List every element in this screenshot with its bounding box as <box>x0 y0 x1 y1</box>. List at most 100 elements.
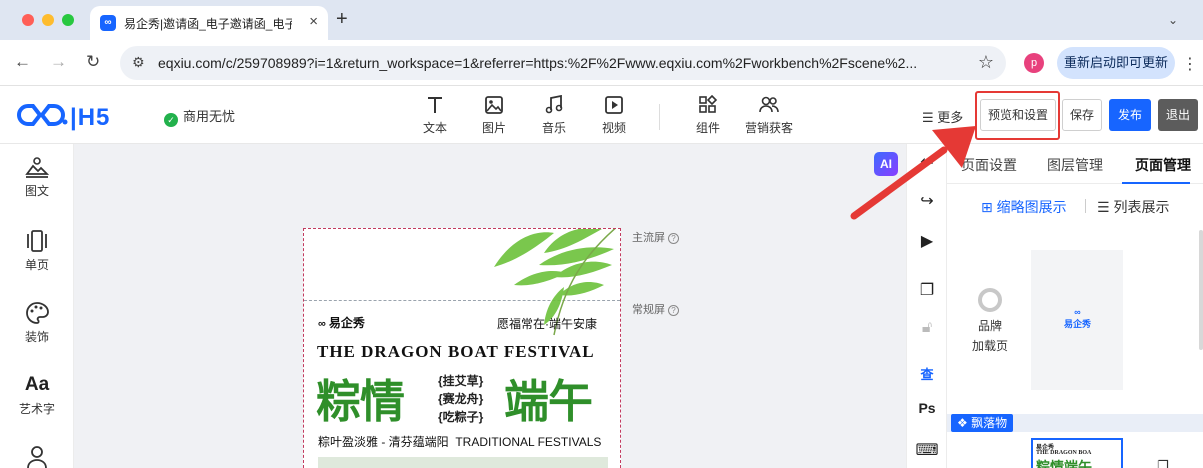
exit-button[interactable]: 退出 <box>1158 99 1198 131</box>
list-view-toggle[interactable]: ☰ 列表展示 <box>1097 197 1169 217</box>
close-icon[interactable]: × <box>309 13 318 30</box>
tool-marketing[interactable]: 营销获客 <box>743 95 795 136</box>
profile-avatar[interactable]: p <box>1024 53 1044 73</box>
loading-logo: ∞ 易企秀 <box>1064 307 1092 329</box>
back-icon[interactable]: ← <box>14 52 31 72</box>
poster-blessing[interactable]: 愿福常在·端午安康 <box>497 315 597 332</box>
tool-label: 组件 <box>695 121 720 135</box>
poster-page[interactable]: ∞ 易企秀 愿福常在·端午安康 THE DRAGON BOAT FESTIVAL… <box>303 228 621 468</box>
commercial-badge[interactable]: ✓ 商用无忧 <box>164 106 235 127</box>
sidebar-item-label: 单页 <box>24 258 49 272</box>
save-button[interactable]: 保存 <box>1062 99 1102 131</box>
browser-menu-icon[interactable]: ⋮ <box>1182 54 1198 74</box>
copy-icon[interactable]: ❐ <box>907 280 947 300</box>
tool-video[interactable]: 视频 <box>589 95 639 136</box>
panel-scrollbar[interactable] <box>1199 230 1203 350</box>
brand-logo-icon: ∞ <box>318 318 329 330</box>
page-management-panel: 页面设置 图层管理 页面管理 ⊞ 缩略图展示 ☰ 列表展示 品牌 加载页 ∞ 易企… <box>946 144 1203 468</box>
minimize-window-button[interactable] <box>42 14 54 26</box>
loading-label: 加载页 <box>971 339 1008 353</box>
tab-page-management[interactable]: 页面管理 <box>1135 155 1191 175</box>
loading-page-thumbnail[interactable]: ∞ 易企秀 <box>1031 250 1123 390</box>
sidebar-item-label: 艺术字 <box>18 402 55 416</box>
address-bar[interactable]: ⚙ eqxiu.com/c/259708989?i=1&return_works… <box>120 46 1006 80</box>
poster-tag: {吃粽子} <box>438 410 484 424</box>
main-screen-label: 主流屏? <box>632 229 679 245</box>
sidebar-item-image-text[interactable]: 图文 <box>0 156 74 199</box>
tool-component[interactable]: 组件 <box>683 95 733 136</box>
bookmark-star-icon[interactable]: ☆ <box>978 52 994 73</box>
tool-label: 营销获客 <box>744 121 793 135</box>
poster-tag: {赛龙舟} <box>438 392 484 406</box>
loading-spinner-icon <box>978 288 1002 312</box>
image-text-icon <box>25 157 49 178</box>
tool-music[interactable]: 音乐 <box>529 95 579 136</box>
list-icon: ☰ <box>1097 199 1114 215</box>
tool-label: 文本 <box>422 121 447 135</box>
tool-label: 图片 <box>481 121 506 135</box>
logo-text: |H5 <box>70 104 111 131</box>
brand-logo-icon[interactable] <box>14 102 68 128</box>
maximize-window-button[interactable] <box>62 14 74 26</box>
image-icon <box>485 96 503 114</box>
tab-title: 易企秀|邀请函_电子邀请函_电子 <box>124 17 292 31</box>
check-icon: ✓ <box>164 113 178 127</box>
keyboard-icon[interactable]: ⌨ <box>907 440 947 460</box>
lock-icon[interactable]: 🔓︎ <box>907 319 947 337</box>
browser-toolbar: ← → ↻ ⚙ eqxiu.com/c/259708989?i=1&return… <box>0 40 1203 86</box>
close-window-button[interactable] <box>22 14 34 26</box>
marketing-icon <box>759 96 779 113</box>
url-text[interactable]: eqxiu.com/c/259708989?i=1&return_workspa… <box>158 55 958 71</box>
forward-icon[interactable]: → <box>50 52 67 72</box>
preview-settings-button[interactable]: 预览和设置 <box>980 99 1056 131</box>
editor-header: |H5 ✓ 商用无忧 文本 图片 音乐 视频 组件 营销获客 ☰ 更多 预览和设置… <box>0 86 1203 144</box>
art-text-icon: Aa <box>24 374 50 395</box>
active-tab-indicator <box>1122 182 1190 184</box>
sidebar-item-single-page[interactable]: 单页 <box>0 230 74 273</box>
tool-image[interactable]: 图片 <box>469 95 519 136</box>
tool-label: 音乐 <box>541 121 566 135</box>
poster-title-right[interactable]: 端午 <box>504 365 593 430</box>
tool-text[interactable]: 文本 <box>410 95 460 136</box>
poster-title-left[interactable]: 粽情 <box>316 365 405 430</box>
duplicate-page-icon[interactable]: ❐ <box>1157 458 1169 468</box>
favicon-icon: ∞ <box>100 15 116 31</box>
play-icon[interactable]: ▶ <box>907 231 947 251</box>
chevron-down-icon[interactable]: ⌄ <box>1163 10 1183 30</box>
poster-brand[interactable]: ∞ 易企秀 <box>318 314 365 331</box>
sidebar-item-user[interactable] <box>0 444 74 468</box>
poster-english-title[interactable]: THE DRAGON BOAT FESTIVAL <box>317 342 595 362</box>
thumb-english-title: THE DRAGON BOA <box>1036 450 1092 456</box>
single-page-icon <box>27 230 47 252</box>
thumbnail-view-toggle[interactable]: ⊞ 缩略图展示 <box>981 197 1067 217</box>
music-icon <box>545 95 563 114</box>
page-thumbnail[interactable]: 易企秀 THE DRAGON BOA 粽情端午 <box>1031 438 1123 468</box>
floating-objects-badge[interactable]: ❖ 飘落物 <box>951 414 1014 432</box>
tool-label: 视频 <box>601 121 626 135</box>
poster-tags[interactable]: {挂艾草} {赛龙舟} {吃粽子} <box>438 372 483 426</box>
annotation-arrow-icon <box>850 126 976 220</box>
brand-loading-page-item[interactable]: 品牌 加载页 <box>967 288 1013 356</box>
panel-tabs: 页面设置 图层管理 页面管理 <box>947 144 1203 184</box>
ps-icon[interactable]: Ps <box>907 400 947 416</box>
site-settings-icon[interactable]: ⚙ <box>132 54 145 71</box>
sidebar-item-decoration[interactable]: 装饰 <box>0 302 74 345</box>
plus-icon[interactable]: + <box>336 8 348 31</box>
toolbar-divider <box>659 104 660 130</box>
sidebar-item-art-text[interactable]: Aa 艺术字 <box>0 374 74 417</box>
publish-button[interactable]: 发布 <box>1109 99 1151 131</box>
help-icon[interactable]: ? <box>668 233 679 244</box>
poster-subtitle[interactable]: 粽叶盈淡雅 - 清芬蕴端阳 TRADITIONAL FESTIVALS <box>318 433 601 450</box>
reload-icon[interactable]: ↻ <box>86 52 100 72</box>
browser-tab-strip: ∞ 易企秀|邀请函_电子邀请函_电子 × + ⌄ <box>0 0 1203 40</box>
normal-screen-label: 常规屏? <box>632 301 679 317</box>
poster-tag: {挂艾草} <box>438 374 484 388</box>
help-icon[interactable]: ? <box>668 305 679 316</box>
video-icon <box>605 96 623 114</box>
browser-tab[interactable]: ∞ 易企秀|邀请函_电子邀请函_电子 × <box>90 6 328 40</box>
sidebar-item-label: 装饰 <box>24 330 49 344</box>
relaunch-update-button[interactable]: 重新启动即可更新 <box>1057 47 1175 79</box>
sidebar-item-label: 图文 <box>24 184 49 198</box>
check-content-icon[interactable]: 查 <box>907 364 947 383</box>
tab-layer-management[interactable]: 图层管理 <box>1047 155 1103 175</box>
